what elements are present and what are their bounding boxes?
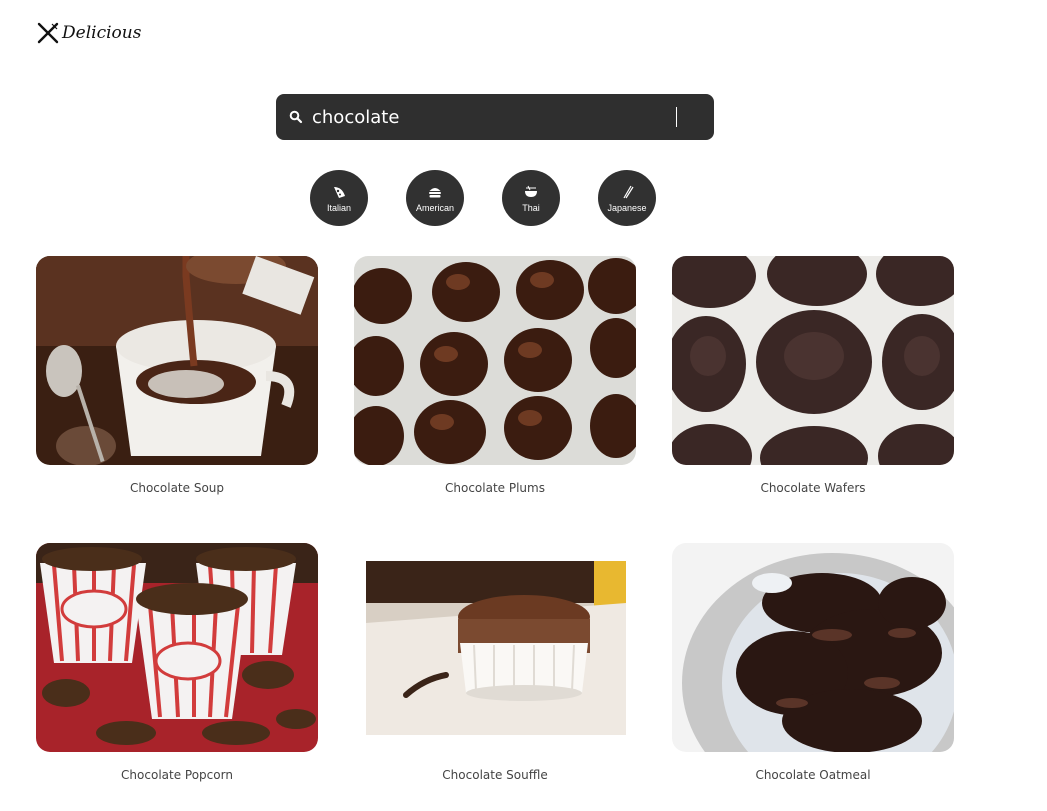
recipe-image[interactable] — [672, 543, 954, 752]
noodle-bowl-icon — [525, 185, 537, 197]
brand-logo[interactable]: Delicious — [36, 20, 141, 46]
recipe-image[interactable] — [672, 256, 954, 465]
recipe-card[interactable]: Chocolate Oatmeal — [672, 543, 954, 782]
recipe-image[interactable] — [36, 256, 318, 465]
recipe-card[interactable]: Chocolate Popcorn — [36, 543, 318, 782]
chopsticks-icon — [623, 185, 634, 199]
search-icon — [289, 110, 303, 124]
recipe-title[interactable]: Chocolate Plums — [354, 481, 636, 495]
recipe-title[interactable]: Chocolate Soup — [36, 481, 318, 495]
cuisine-label: American — [415, 203, 454, 213]
recipe-image[interactable] — [354, 256, 636, 465]
recipe-title[interactable]: Chocolate Souffle — [354, 768, 636, 782]
cuisine-label: Italian — [326, 203, 352, 213]
recipe-card[interactable]: Chocolate Plums — [354, 256, 636, 495]
brand-name: Delicious — [62, 23, 142, 43]
recipe-title[interactable]: Chocolate Oatmeal — [672, 768, 954, 782]
recipe-card[interactable]: Chocolate Souffle — [354, 543, 636, 782]
text-caret — [676, 107, 677, 127]
search-bar[interactable] — [276, 94, 714, 140]
recipe-card[interactable]: Chocolate Wafers — [672, 256, 954, 495]
recipe-image — [354, 543, 636, 752]
burger-icon — [429, 188, 441, 198]
recipe-title[interactable]: Chocolate Wafers — [672, 481, 954, 495]
recipe-image[interactable] — [36, 543, 318, 752]
cuisine-thai-button[interactable]: Thai — [502, 170, 560, 226]
cuisine-label: Japanese — [607, 203, 647, 213]
cuisine-american-button[interactable]: American — [406, 170, 464, 226]
cuisine-label: Thai — [522, 203, 540, 213]
recipe-card[interactable]: Chocolate Soup — [36, 256, 318, 495]
crossed-utensils-icon — [37, 22, 59, 44]
pizza-icon — [334, 187, 345, 198]
recipe-title[interactable]: Chocolate Popcorn — [36, 768, 318, 782]
cuisine-italian-button[interactable]: Italian — [310, 170, 368, 226]
search-input[interactable] — [312, 102, 702, 132]
cuisine-japanese-button[interactable]: Japanese — [598, 170, 656, 226]
